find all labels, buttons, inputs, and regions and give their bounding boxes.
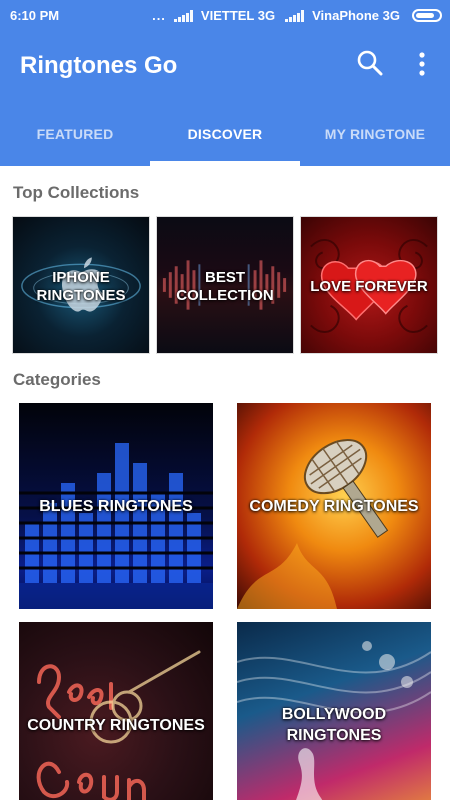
guitar-icon: [36, 650, 201, 800]
search-icon: [357, 50, 383, 76]
battery-icon: [412, 9, 442, 22]
collection-label: LOVE FOREVER: [310, 278, 428, 295]
more-options-button[interactable]: [408, 46, 436, 80]
toolbar: Ringtones Go: [0, 32, 450, 104]
category-bollywood-ringtones[interactable]: BOLLYWOOD RINGTONES: [237, 622, 431, 800]
category-country-ringtones[interactable]: COUNTRY RINGTONES: [19, 622, 213, 800]
status-time: 6:10 PM: [10, 8, 60, 23]
categories-title: Categories: [13, 370, 101, 389]
category-label: COUNTRY RINGTONES: [27, 717, 205, 734]
app-bar: 6:10 PM ... VIETTEL 3G VinaPhone 3G Ring…: [0, 0, 450, 166]
search-button[interactable]: [353, 46, 387, 80]
tab-bar: FEATURED DISCOVER MY RINGTONE: [0, 104, 450, 166]
category-label: RINGTONES: [286, 727, 382, 744]
notification-dots: ...: [152, 8, 166, 23]
status-bar: 6:10 PM ... VIETTEL 3G VinaPhone 3G: [0, 0, 450, 32]
collection-iphone-ringtones[interactable]: IPHONE RINGTONES: [12, 216, 150, 354]
collection-label: COLLECTION: [176, 287, 274, 304]
status-indicators: ... VIETTEL 3G VinaPhone 3G: [152, 8, 442, 23]
collection-label: RINGTONES: [36, 287, 126, 304]
collection-best-collection[interactable]: BEST COLLECTION: [156, 216, 294, 354]
signal-icon: [285, 9, 305, 22]
collection-label: IPHONE: [52, 269, 110, 286]
category-blues-ringtones[interactable]: BLUES RINGTONES: [19, 403, 213, 609]
tab-my-ringtone[interactable]: MY RINGTONE: [300, 104, 450, 166]
tab-indicator: [150, 161, 300, 166]
category-label: BLUES RINGTONES: [39, 498, 193, 515]
collection-love-forever[interactable]: LOVE FOREVER: [300, 216, 438, 354]
category-label: COMEDY RINGTONES: [249, 498, 419, 515]
category-comedy-ringtones[interactable]: COMEDY RINGTONES: [237, 403, 431, 609]
more-vert-icon: [419, 52, 425, 76]
signal-icon: [173, 9, 193, 22]
app-title: Ringtones Go: [20, 52, 178, 79]
tab-featured[interactable]: FEATURED: [0, 104, 150, 166]
tab-discover[interactable]: DISCOVER: [150, 104, 300, 166]
category-label: BOLLYWOOD: [281, 706, 387, 723]
carrier-1: VIETTEL 3G: [200, 8, 276, 23]
top-collections-title: Top Collections: [13, 183, 140, 202]
collection-label: BEST: [204, 269, 245, 286]
carrier-2: VinaPhone 3G: [312, 8, 400, 23]
